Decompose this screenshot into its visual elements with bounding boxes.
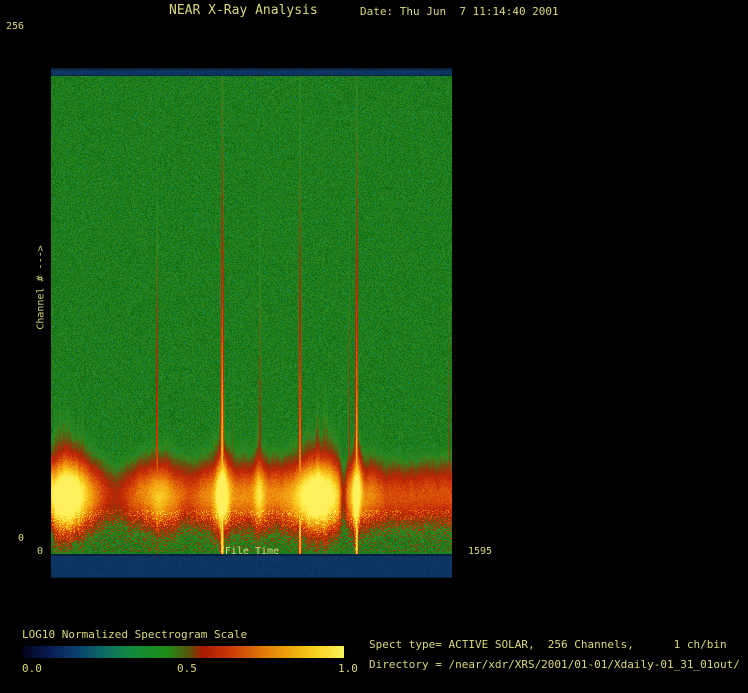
colorbar-gradient	[22, 646, 344, 658]
colorbar-title: LOG10 Normalized Spectrogram Scale	[22, 629, 247, 641]
spectrogram-canvas	[51, 68, 452, 578]
y-axis-max-label: 256	[6, 21, 24, 32]
y-axis-title: Channel # --->	[36, 198, 49, 378]
directory-line: Directory = /near/xdr/XRS/2001/01-01/Xda…	[369, 659, 740, 671]
x-axis-min-label: 0	[37, 546, 43, 557]
spect-type-line: Spect type= ACTIVE SOLAR, 256 Channels, …	[369, 639, 727, 651]
colorbar-tick-1: 1.0	[338, 663, 358, 675]
colorbar-tick-0: 0.0	[22, 663, 42, 675]
x-axis-title: File Time	[152, 546, 352, 557]
near-xray-analysis-screen: { "header": { "title": "NEAR X-Ray Analy…	[0, 0, 748, 693]
spectrogram-plot	[51, 33, 452, 543]
x-axis-max-label: 1595	[468, 546, 492, 557]
y-axis-min-label: 0	[18, 533, 24, 544]
date-label: Date: Thu Jun 7 11:14:40 2001	[360, 6, 559, 18]
colorbar-tick-mid: 0.5	[177, 663, 197, 675]
page-title: NEAR X-Ray Analysis	[169, 4, 318, 18]
